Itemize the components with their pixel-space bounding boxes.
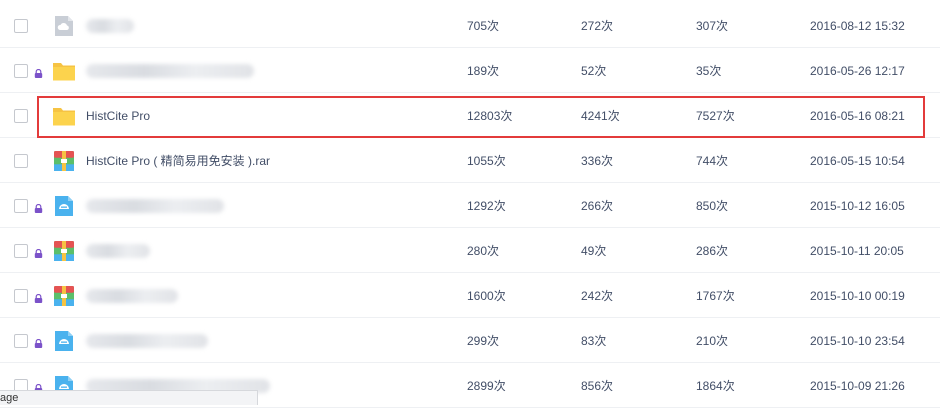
archive-icon xyxy=(52,150,76,172)
app-file-icon xyxy=(52,195,76,217)
file-row[interactable]: 280次 49次 286次 2015-10-11 20:05 xyxy=(0,229,940,273)
file-row[interactable]: 705次 272次 307次 2016-08-12 15:32 xyxy=(0,4,940,48)
share-time: 2015-10-11 20:05 xyxy=(810,244,904,258)
lock-icon xyxy=(34,292,43,303)
file-row[interactable]: HistCite Pro ( 精简易用免安装 ).rar 1055次 336次 … xyxy=(0,139,940,183)
share-time: 2015-10-09 21:26 xyxy=(810,379,905,393)
folder-icon xyxy=(52,105,76,127)
view-count: 850次 xyxy=(696,199,729,213)
view-count: 307次 xyxy=(696,19,729,33)
view-count: 744次 xyxy=(696,154,729,168)
status-bar: age xyxy=(0,390,258,405)
row-checkbox[interactable] xyxy=(14,198,28,213)
download-count: 12803次 xyxy=(467,109,513,123)
view-count: 1864次 xyxy=(696,379,735,393)
file-row[interactable]: 1600次 242次 1767次 2015-10-10 00:19 xyxy=(0,274,940,318)
save-count: 242次 xyxy=(581,289,614,303)
row-checkbox[interactable] xyxy=(14,18,28,33)
view-count: 35次 xyxy=(696,64,722,78)
file-name-redacted xyxy=(86,18,134,33)
file-name-redacted xyxy=(86,198,224,213)
save-count: 49次 xyxy=(581,244,607,258)
file-row[interactable]: 189次 52次 35次 2016-05-26 12:17 xyxy=(0,49,940,93)
download-count: 189次 xyxy=(467,64,500,78)
download-count: 705次 xyxy=(467,19,500,33)
download-count: 1055次 xyxy=(467,154,506,168)
lock-icon xyxy=(34,67,43,78)
cloud-file-icon xyxy=(52,15,76,37)
file-name-redacted xyxy=(86,63,254,78)
row-checkbox[interactable] xyxy=(14,333,28,348)
download-count: 1600次 xyxy=(467,289,506,303)
share-time: 2015-10-10 23:54 xyxy=(810,334,905,348)
lock-icon xyxy=(34,247,43,258)
save-count: 52次 xyxy=(581,64,607,78)
view-count: 210次 xyxy=(696,334,729,348)
save-count: 336次 xyxy=(581,154,614,168)
download-count: 2899次 xyxy=(467,379,506,393)
file-name-redacted xyxy=(86,333,208,348)
view-count: 1767次 xyxy=(696,289,735,303)
save-count: 272次 xyxy=(581,19,614,33)
archive-icon xyxy=(52,285,76,307)
share-time: 2015-10-10 00:19 xyxy=(810,289,905,303)
row-checkbox[interactable] xyxy=(14,63,28,78)
file-name[interactable]: HistCite Pro ( 精简易用免安装 ).rar xyxy=(86,139,270,183)
lock-icon xyxy=(34,337,43,348)
app-file-icon xyxy=(52,330,76,352)
row-checkbox[interactable] xyxy=(14,243,28,258)
row-checkbox[interactable] xyxy=(14,153,28,168)
save-count: 83次 xyxy=(581,334,607,348)
save-count: 856次 xyxy=(581,379,614,393)
folder-icon xyxy=(52,60,76,82)
lock-icon xyxy=(34,202,43,213)
share-time: 2015-10-12 16:05 xyxy=(810,199,905,213)
file-name-redacted xyxy=(86,243,150,258)
file-name-redacted xyxy=(86,288,178,303)
save-count: 266次 xyxy=(581,199,614,213)
row-checkbox[interactable] xyxy=(14,288,28,303)
share-time: 2016-05-26 12:17 xyxy=(810,64,905,78)
download-count: 1292次 xyxy=(467,199,506,213)
share-time: 2016-08-12 15:32 xyxy=(810,19,905,33)
view-count: 286次 xyxy=(696,244,729,258)
share-time: 2016-05-15 10:54 xyxy=(810,154,905,168)
save-count: 4241次 xyxy=(581,109,620,123)
file-row[interactable]: HistCite Pro 12803次 4241次 7527次 2016-05-… xyxy=(0,94,940,138)
row-checkbox[interactable] xyxy=(14,108,28,123)
file-row[interactable]: 299次 83次 210次 2015-10-10 23:54 xyxy=(0,319,940,363)
file-name[interactable]: HistCite Pro xyxy=(86,94,150,138)
download-count: 299次 xyxy=(467,334,500,348)
download-count: 280次 xyxy=(467,244,500,258)
file-list: 705次 272次 307次 2016-08-12 15:32 189次 52次… xyxy=(0,0,940,408)
archive-icon xyxy=(52,240,76,262)
view-count: 7527次 xyxy=(696,109,735,123)
share-time: 2016-05-16 08:21 xyxy=(810,109,905,123)
file-row[interactable]: 1292次 266次 850次 2015-10-12 16:05 xyxy=(0,184,940,228)
